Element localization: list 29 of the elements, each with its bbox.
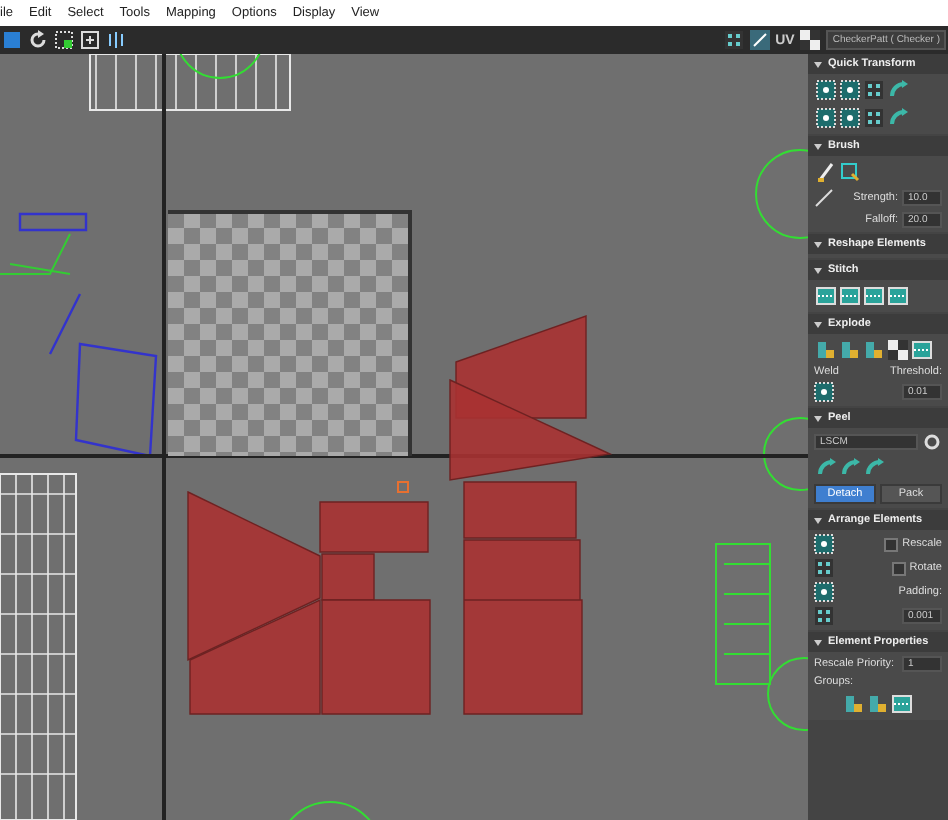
frame-icon[interactable] bbox=[80, 30, 100, 50]
collapse-arrow-icon[interactable] bbox=[814, 143, 822, 149]
brush-line-icon[interactable] bbox=[814, 188, 834, 208]
collapse-arrow-icon[interactable] bbox=[814, 61, 822, 67]
pivot-marker bbox=[397, 481, 409, 493]
tool-icon[interactable] bbox=[864, 340, 884, 360]
collapse-arrow-icon[interactable] bbox=[814, 241, 822, 247]
rotate-icon[interactable] bbox=[28, 30, 48, 50]
snap-icon[interactable] bbox=[749, 30, 770, 50]
tool-icon[interactable] bbox=[840, 162, 860, 182]
checkbox[interactable] bbox=[891, 561, 906, 575]
collapse-arrow-icon[interactable] bbox=[814, 267, 822, 273]
gear-icon[interactable] bbox=[922, 432, 942, 452]
collapse-arrow-icon[interactable] bbox=[814, 639, 822, 645]
grid-icon[interactable] bbox=[814, 606, 834, 626]
collapse-arrow-icon[interactable] bbox=[814, 517, 822, 523]
tool-icon[interactable] bbox=[864, 80, 884, 100]
tool-icon[interactable] bbox=[840, 340, 860, 360]
tool-icon[interactable] bbox=[864, 108, 884, 128]
checker-icon[interactable] bbox=[800, 30, 821, 50]
collapse-arrow-icon[interactable] bbox=[814, 321, 822, 327]
tool-icon[interactable] bbox=[844, 694, 864, 714]
tool-icon[interactable] bbox=[816, 340, 836, 360]
checker-icon[interactable] bbox=[888, 340, 908, 360]
tool-icon[interactable] bbox=[868, 694, 888, 714]
grid-icon[interactable] bbox=[723, 30, 744, 50]
checkbox[interactable] bbox=[884, 537, 899, 551]
grid-icon[interactable] bbox=[814, 558, 834, 578]
collapse-arrow-icon[interactable] bbox=[814, 415, 822, 421]
